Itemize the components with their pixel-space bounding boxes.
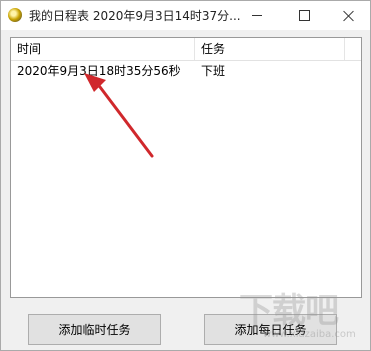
column-header-task[interactable]: 任务 — [195, 38, 345, 60]
maximize-button[interactable] — [282, 1, 326, 30]
close-button[interactable] — [327, 1, 371, 30]
title-bar[interactable]: 我的日程表 2020年9月3日14时37分... — [1, 1, 370, 30]
schedule-list[interactable]: 时间 任务 2020年9月3日18时35分56秒 下班 — [10, 37, 362, 298]
list-row[interactable]: 2020年9月3日18时35分56秒 下班 — [11, 61, 361, 81]
minimize-icon — [252, 15, 262, 16]
app-icon — [8, 8, 22, 22]
close-icon — [343, 10, 355, 22]
add-daily-task-button[interactable]: 添加每日任务 — [204, 314, 337, 345]
app-window: 我的日程表 2020年9月3日14时37分... 时间 任务 2020年9月3日… — [0, 0, 371, 351]
add-temporary-task-button[interactable]: 添加临时任务 — [28, 314, 161, 345]
row-task-cell: 下班 — [201, 64, 226, 78]
column-header-time[interactable]: 时间 — [11, 38, 195, 60]
minimize-button[interactable] — [235, 1, 279, 30]
list-header: 时间 任务 — [11, 38, 361, 61]
maximize-icon — [298, 10, 310, 21]
window-title: 我的日程表 2020年9月3日14时37分... — [29, 9, 241, 23]
row-time-cell: 2020年9月3日18时35分56秒 — [17, 64, 181, 78]
